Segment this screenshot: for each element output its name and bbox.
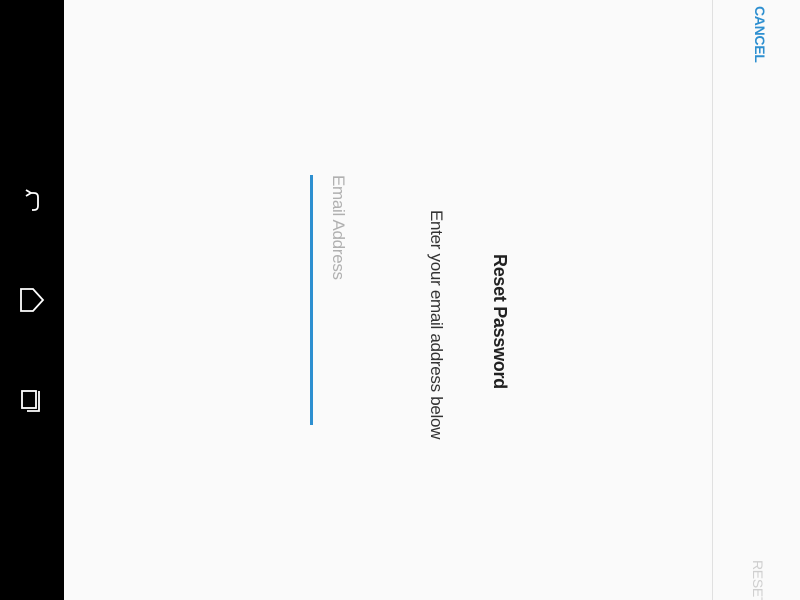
email-field-underline xyxy=(310,175,313,425)
back-button[interactable] xyxy=(12,180,52,220)
page-title: Reset Password xyxy=(490,254,510,389)
recent-apps-icon xyxy=(21,390,40,412)
content-area xyxy=(64,0,712,600)
home-icon xyxy=(20,288,45,312)
cancel-button[interactable]: CANCEL xyxy=(752,6,768,63)
action-bar xyxy=(712,0,800,600)
reset-password-screen: Reset Password Enter your email address … xyxy=(0,0,800,600)
back-icon xyxy=(25,189,39,211)
email-placeholder[interactable]: Email Address xyxy=(328,175,348,280)
recent-apps-button[interactable] xyxy=(12,380,52,420)
home-button[interactable] xyxy=(12,280,52,320)
reset-button[interactable]: RESET xyxy=(750,560,766,600)
instruction-text: Enter your email address below xyxy=(427,210,446,440)
system-navigation-bar xyxy=(0,0,64,600)
